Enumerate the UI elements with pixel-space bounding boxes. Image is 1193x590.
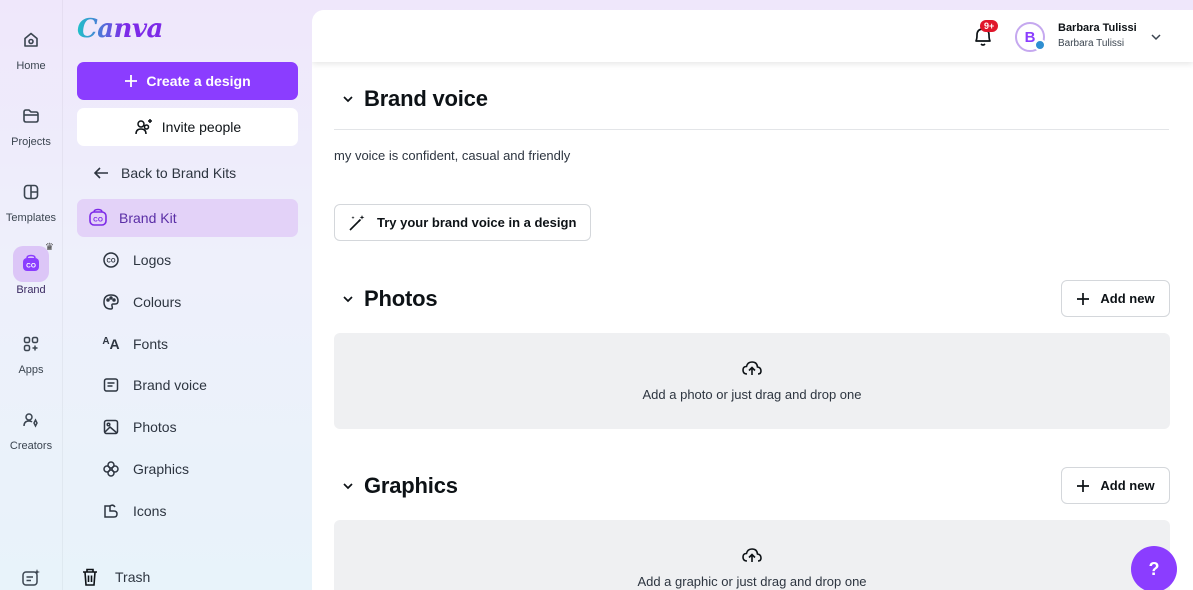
plus-icon	[125, 75, 138, 87]
graphic-drop-zone[interactable]: Add a graphic or just drag and drop one	[334, 520, 1170, 590]
add-person-icon	[135, 119, 152, 135]
chevron-down-icon	[343, 483, 353, 490]
trash-label: Trash	[115, 569, 151, 585]
sidebar-item-icons[interactable]: Icons	[101, 500, 166, 522]
sidebar-item-label: Brand voice	[133, 377, 207, 393]
add-new-label: Add new	[1100, 291, 1155, 306]
creators-icon	[13, 402, 49, 438]
section-title: Photos	[364, 286, 438, 311]
upload-cloud-icon	[742, 548, 762, 562]
rail-item-apps[interactable]: Apps	[0, 326, 62, 376]
image-icon	[101, 418, 121, 436]
main-panel: 9+ B Barbara Tulissi Barbara Tulissi Bra…	[312, 10, 1193, 590]
sidebar-item-photos[interactable]: Photos	[101, 416, 177, 438]
rail-item-templates[interactable]: Templates	[0, 174, 62, 224]
rail-item-brand[interactable]: CO ♛ Brand	[0, 242, 62, 296]
try-brand-voice-label: Try your brand voice in a design	[377, 215, 577, 230]
invite-people-button[interactable]: Invite people	[77, 108, 298, 146]
rail-item-magic[interactable]	[0, 560, 62, 590]
sidebar-item-logos[interactable]: CO Logos	[101, 249, 171, 271]
apps-icon	[13, 326, 49, 362]
add-new-photo-button[interactable]: Add new	[1061, 280, 1170, 317]
home-icon	[13, 22, 49, 58]
nav-rail: Home Projects Templates CO ♛ Brand Apps …	[0, 0, 62, 590]
trash-icon	[83, 568, 97, 586]
sidebar-item-label: Photos	[133, 419, 177, 435]
add-new-label: Add new	[1100, 478, 1155, 493]
photo-drop-zone[interactable]: Add a photo or just drag and drop one	[334, 333, 1170, 429]
chevron-down-icon	[343, 296, 353, 303]
rail-label: Apps	[18, 364, 44, 376]
notification-badge: 9+	[980, 20, 999, 32]
brand-icon: CO	[13, 246, 49, 282]
rail-label: Brand	[16, 284, 46, 296]
user-team: Barbara Tulissi	[1058, 38, 1125, 49]
svg-text:CO: CO	[107, 259, 116, 265]
section-header-photos[interactable]: Photos	[342, 286, 438, 312]
canva-logo[interactable]: Canva	[77, 14, 163, 44]
try-brand-voice-button[interactable]: Try your brand voice in a design	[334, 204, 591, 241]
section-title: Brand voice	[364, 86, 488, 111]
sidebar-item-label: Colours	[133, 294, 182, 310]
rail-item-creators[interactable]: Creators	[0, 402, 62, 452]
brand-kit-label: Brand Kit	[119, 210, 177, 226]
create-design-button[interactable]: Create a design	[77, 62, 298, 100]
sidebar-item-brand-voice[interactable]: Brand voice	[101, 374, 207, 396]
sidebar-item-fonts[interactable]: AA Fonts	[101, 333, 168, 355]
crown-icon: ♛	[45, 242, 54, 253]
plus-icon	[1077, 292, 1090, 305]
magic-icon	[13, 560, 49, 590]
rail-label: Templates	[5, 212, 57, 224]
drop-zone-text: Add a photo or just drag and drop one	[642, 387, 862, 402]
text-box-icon	[101, 376, 121, 394]
sidebar-item-trash[interactable]: Trash	[81, 567, 150, 587]
sidebar-item-label: Fonts	[133, 336, 169, 352]
globe-icon	[1034, 39, 1046, 51]
sidebar-item-label: Graphics	[133, 461, 190, 477]
drop-zone-text: Add a graphic or just drag and drop one	[637, 574, 867, 589]
help-label: ?	[1148, 558, 1160, 579]
magic-wand-icon	[349, 214, 365, 231]
sidebar-item-label: Logos	[133, 252, 172, 268]
chevron-down-icon	[343, 96, 353, 103]
chevron-down-icon[interactable]	[1150, 31, 1162, 43]
section-title: Graphics	[364, 473, 458, 498]
fonts-icon: AA	[102, 336, 120, 352]
rail-label: Home	[16, 60, 46, 72]
svg-text:CO: CO	[93, 217, 103, 224]
invite-people-label: Invite people	[161, 119, 242, 135]
sidebar-item-label: Icons	[133, 503, 167, 519]
brand-kit-icon: CO	[89, 208, 107, 226]
arrow-left-icon	[93, 167, 108, 179]
create-design-label: Create a design	[146, 73, 251, 89]
add-new-graphic-button[interactable]: Add new	[1061, 467, 1170, 504]
templates-icon	[13, 174, 49, 210]
brand-sidebar: Canva Create a design Invite people Back…	[62, 0, 312, 590]
icons-icon	[101, 502, 121, 520]
help-button[interactable]: ?	[1131, 546, 1177, 590]
section-header-brand-voice[interactable]: Brand voice	[342, 86, 488, 112]
rail-label: Projects	[11, 136, 51, 148]
folder-icon	[13, 98, 49, 134]
svg-text:CO: CO	[26, 263, 36, 270]
user-name: Barbara Tulissi	[1058, 22, 1137, 34]
upload-cloud-icon	[742, 361, 762, 375]
back-to-brand-kits-link[interactable]: Back to Brand Kits	[93, 162, 236, 184]
rail-item-home[interactable]: Home	[0, 22, 62, 72]
plus-icon	[1077, 479, 1090, 492]
sidebar-item-brand-kit[interactable]: CO Brand Kit	[77, 199, 298, 237]
rail-label: Creators	[9, 440, 53, 452]
logos-icon: CO	[101, 251, 121, 269]
back-label: Back to Brand Kits	[121, 165, 237, 181]
graphics-icon	[101, 460, 121, 478]
divider	[334, 129, 1169, 130]
rail-item-projects[interactable]: Projects	[0, 98, 62, 148]
palette-icon	[101, 293, 121, 311]
brand-voice-text: my voice is confident, casual and friend…	[334, 148, 571, 163]
sidebar-item-colours[interactable]: Colours	[101, 291, 181, 313]
sidebar-item-graphics[interactable]: Graphics	[101, 458, 189, 480]
top-bar: 9+ B Barbara Tulissi Barbara Tulissi	[312, 10, 1193, 62]
section-header-graphics[interactable]: Graphics	[342, 473, 458, 499]
